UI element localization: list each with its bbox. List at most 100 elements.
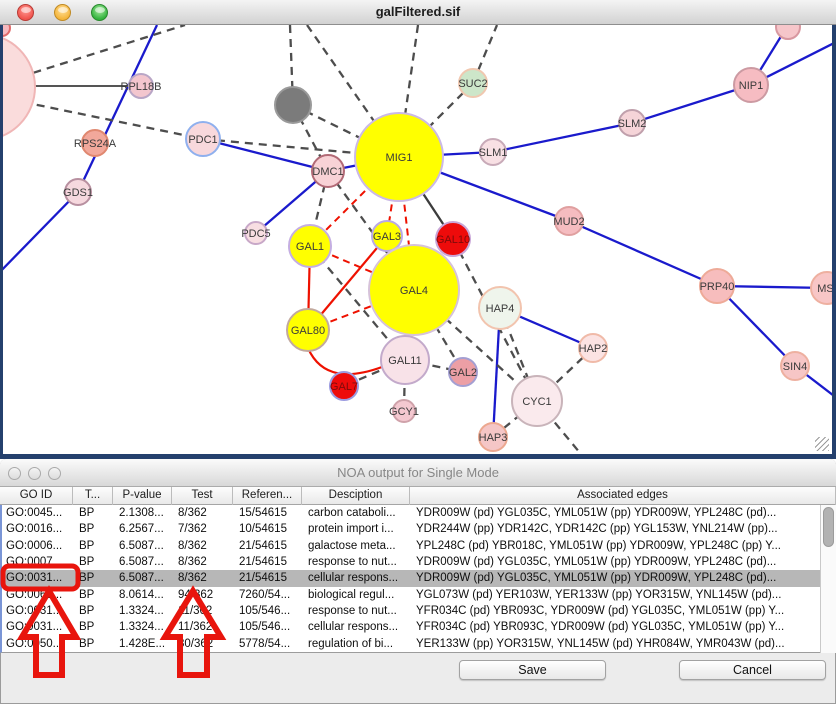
table-body: GO:0045...BP2.1308...8/36215/54615carbon… <box>0 505 836 653</box>
column-header-desciption[interactable]: Desciption <box>302 487 410 505</box>
cell-edges: YGL073W (pd) YER103W, YER133W (pp) YOR31… <box>412 587 822 603</box>
node-label-SLM2: SLM2 <box>618 118 647 130</box>
cell-p_value: 6.2567... <box>115 521 174 537</box>
cell-test: 7/362 <box>174 521 235 537</box>
node-unlabeled[interactable] <box>776 25 800 39</box>
canvas-border-right <box>832 25 836 459</box>
cell-edges: YDR009W (pd) YGL035C, YML051W (pp) YDR00… <box>412 570 822 586</box>
window-noa-output: NOA output for Single Mode GO IDT...P-va… <box>0 459 836 704</box>
node-label-SUC2: SUC2 <box>458 78 487 90</box>
cell-edges: YFR034C (pd) YBR093C, YDR009W (pd) YGL03… <box>412 619 822 635</box>
cell-go_id: GO:0065... <box>2 587 75 603</box>
node-label-NIP1: NIP1 <box>739 80 763 92</box>
node-label-PRP40: PRP40 <box>700 281 735 293</box>
table-row[interactable]: GO:0031...BP6.5087...8/36221/54615cellul… <box>2 570 822 586</box>
node-label-HAP3: HAP3 <box>479 432 508 444</box>
cell-description: regulation of bi... <box>304 636 412 652</box>
column-header-go-id[interactable]: GO ID <box>0 487 73 505</box>
cell-type: BP <box>75 636 115 652</box>
node-label-GAL11: GAL11 <box>388 355 421 367</box>
node-label-RPL18B: RPL18B <box>121 81 162 93</box>
edge-blue <box>0 192 78 278</box>
cell-test: 80/362 <box>174 636 235 652</box>
save-button[interactable]: Save <box>459 660 606 680</box>
cell-p_value: 8.0614... <box>115 587 174 603</box>
cell-reference: 105/546... <box>235 603 304 619</box>
noa-window-title: NOA output for Single Mode <box>0 465 836 480</box>
vertical-scrollbar[interactable] <box>820 505 836 653</box>
column-header-t-[interactable]: T... <box>73 487 113 505</box>
cell-go_id: GO:0007... <box>2 554 75 570</box>
cell-p_value: 2.1308... <box>115 505 174 521</box>
cell-edges: YFR034C (pd) YBR093C, YDR009W (pd) YGL03… <box>412 603 822 619</box>
cell-description: protein import i... <box>304 521 412 537</box>
table-row[interactable]: GO:0007...BP6.5087...8/36221/54615respon… <box>2 554 822 570</box>
node-unlabeled[interactable] <box>275 87 311 123</box>
table-row[interactable]: GO:0016...BP6.2567...7/36210/54615protei… <box>2 521 822 537</box>
cell-type: BP <box>75 603 115 619</box>
cell-test: 11/362 <box>174 603 235 619</box>
cell-type: BP <box>75 538 115 554</box>
node-label-SLM1: SLM1 <box>479 147 508 159</box>
node-label-GAL2: GAL2 <box>449 367 477 379</box>
table-row[interactable]: GO:0045...BP2.1308...8/36215/54615carbon… <box>2 505 822 521</box>
cell-reference: 21/54615 <box>235 570 304 586</box>
edge-blue <box>493 123 632 152</box>
node-label-SIN4: SIN4 <box>783 361 807 373</box>
cell-test: 8/362 <box>174 570 235 586</box>
column-header-p-value[interactable]: P-value <box>113 487 172 505</box>
node-unlabeled[interactable] <box>0 34 35 140</box>
cell-description: galactose meta... <box>304 538 412 554</box>
cell-reference: 5778/54... <box>235 636 304 652</box>
cell-test: 8/362 <box>174 505 235 521</box>
cell-p_value: 6.5087... <box>115 570 174 586</box>
cell-p_value: 1.428E... <box>115 636 174 652</box>
table-row[interactable]: GO:0050...BP1.428E...80/3625778/54...reg… <box>2 636 822 652</box>
cell-p_value: 6.5087... <box>115 554 174 570</box>
cell-go_id: GO:0050... <box>2 636 75 652</box>
cell-go_id: GO:0016... <box>2 521 75 537</box>
table-row[interactable]: GO:0065...BP8.0614...94/3627260/54...bio… <box>2 587 822 603</box>
window-title: galFiltered.sif <box>0 4 836 19</box>
resize-grip[interactable] <box>815 437 829 451</box>
node-label-DMC1: DMC1 <box>312 166 343 178</box>
node-label-MUD2: MUD2 <box>553 216 584 228</box>
edge-blue <box>569 221 717 286</box>
node-label-GAL10: GAL10 <box>436 234 470 246</box>
cell-type: BP <box>75 521 115 537</box>
cell-type: BP <box>75 505 115 521</box>
cell-reference: 21/54615 <box>235 554 304 570</box>
edge-blue <box>632 85 751 123</box>
cell-go_id: GO:0031... <box>2 570 75 586</box>
node-label-RPS24A: RPS24A <box>74 138 117 150</box>
cell-reference: 105/546... <box>235 619 304 635</box>
cancel-button[interactable]: Cancel <box>679 660 826 680</box>
cell-reference: 21/54615 <box>235 538 304 554</box>
cell-edges: YPL248C (pd) YBR018C, YML051W (pp) YDR00… <box>412 538 822 554</box>
titlebar-noa: NOA output for Single Mode <box>0 459 836 487</box>
column-header-test[interactable]: Test <box>172 487 233 505</box>
edge-dash <box>20 25 185 77</box>
network-graph: RPL18BRPS24AGDS1PDC1DMC1MIG1SUC2SLM1SLM2… <box>0 25 836 459</box>
cell-type: BP <box>75 619 115 635</box>
cell-description: carbon cataboli... <box>304 505 412 521</box>
cell-p_value: 6.5087... <box>115 538 174 554</box>
node-label-GAL3: GAL3 <box>373 231 401 243</box>
cell-test: 11/362 <box>174 619 235 635</box>
node-label-HAP2: HAP2 <box>579 343 608 355</box>
screen: galFiltered.sif RPL18BRPS24AGDS1PDC1DMC1… <box>0 0 836 704</box>
table-row[interactable]: GO:0006...BP6.5087...8/36221/54615galact… <box>2 538 822 554</box>
cell-description: response to nut... <box>304 603 412 619</box>
cell-go_id: GO:0031... <box>2 603 75 619</box>
table-row[interactable]: GO:0031...BP1.3324...11/362105/546...cel… <box>2 619 822 635</box>
cell-description: cellular respons... <box>304 619 412 635</box>
column-header-referen-[interactable]: Referen... <box>233 487 302 505</box>
cell-edges: YDR244W (pp) YDR142C, YDR142C (pp) YGL15… <box>412 521 822 537</box>
network-canvas[interactable]: RPL18BRPS24AGDS1PDC1DMC1MIG1SUC2SLM1SLM2… <box>0 25 836 459</box>
cell-p_value: 1.3324... <box>115 603 174 619</box>
column-header-associated-edges[interactable]: Associated edges <box>410 487 836 505</box>
table-row[interactable]: GO:0031...BP1.3324...11/362105/546...res… <box>2 603 822 619</box>
table-header-row: GO IDT...P-valueTestReferen...Desciption… <box>0 487 836 505</box>
edge-dash <box>23 102 203 139</box>
scrollbar-thumb[interactable] <box>823 507 834 547</box>
